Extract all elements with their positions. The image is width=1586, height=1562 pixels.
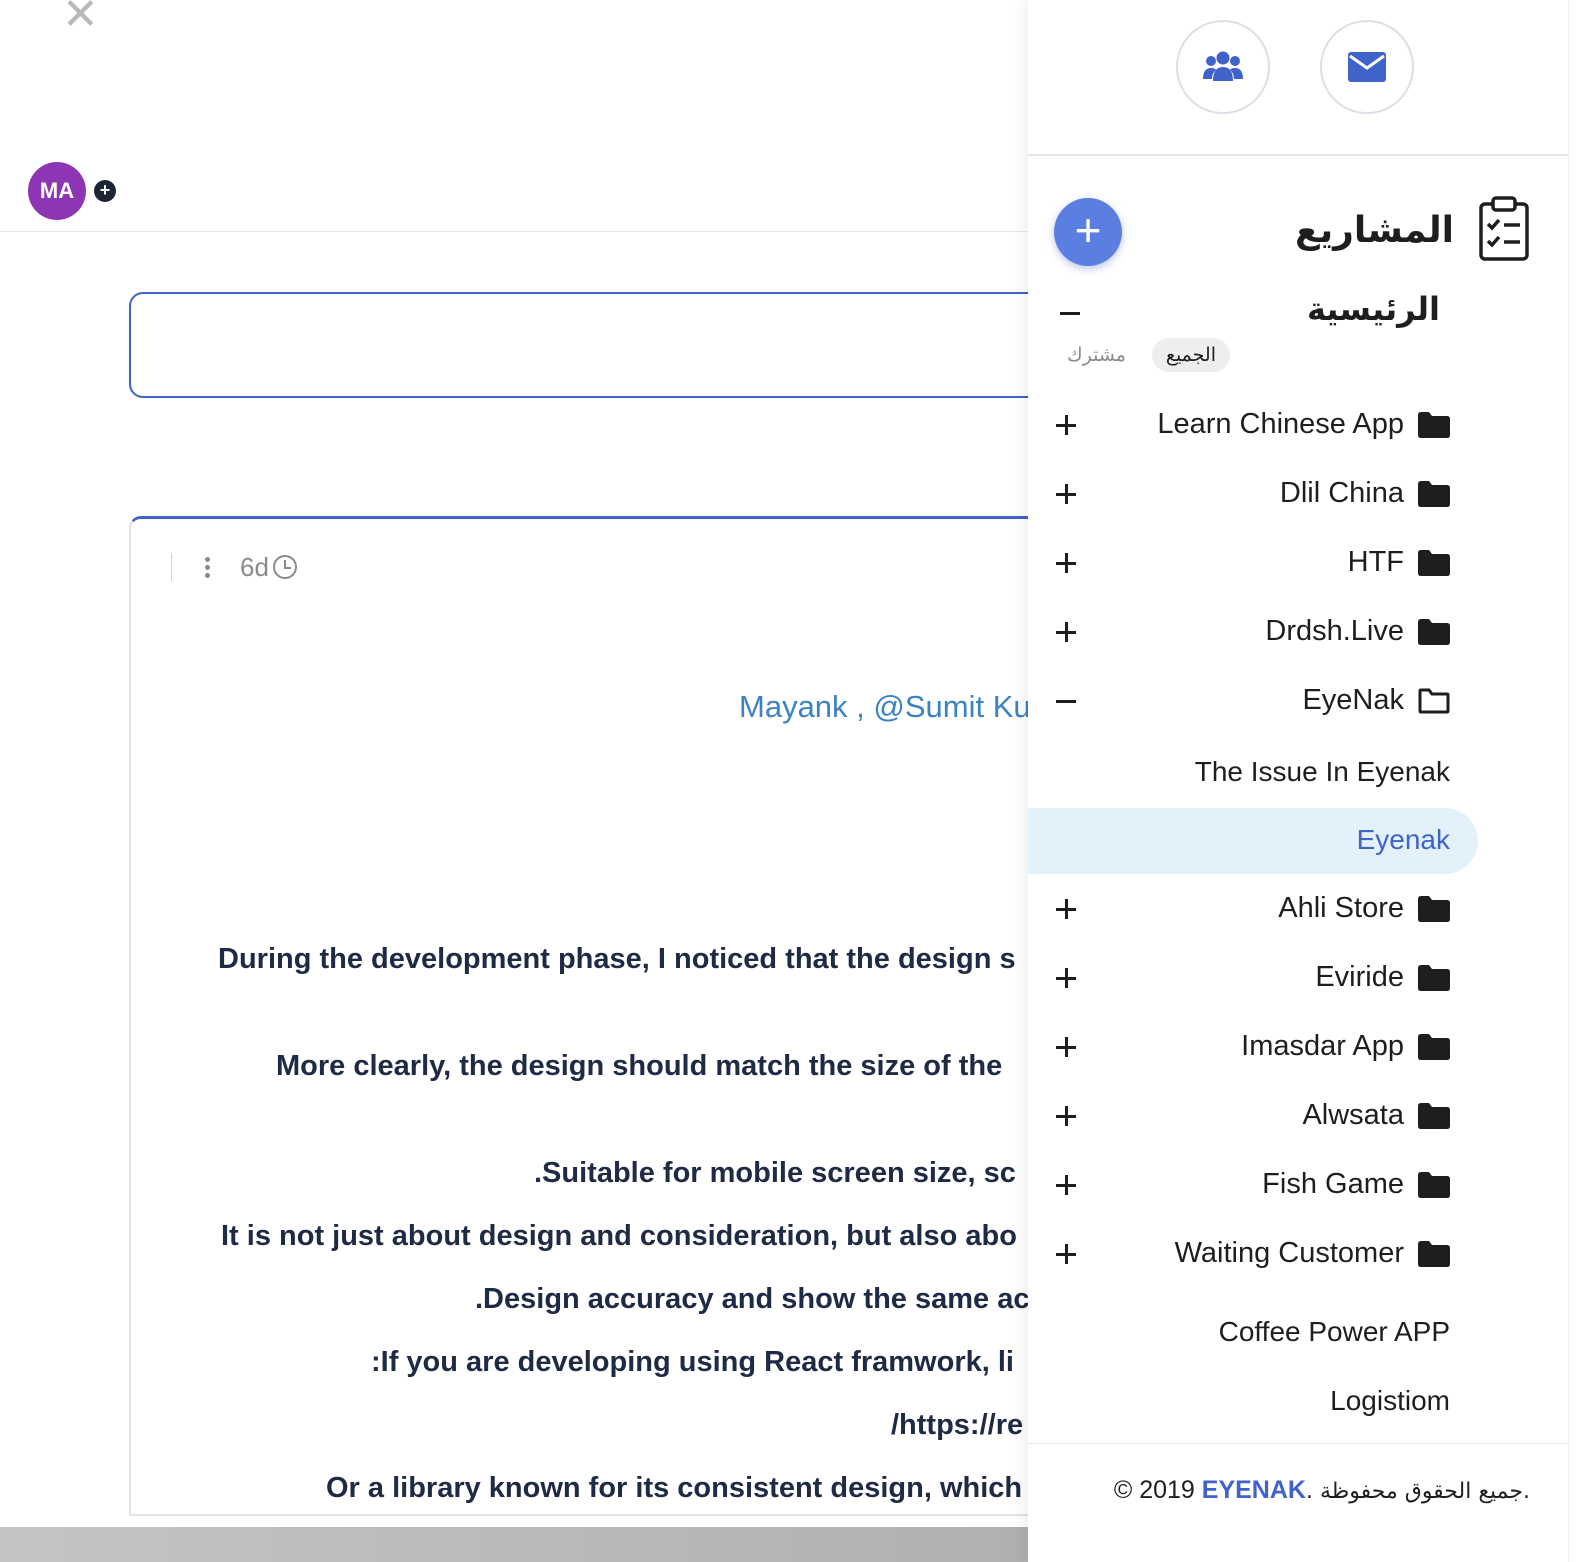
post-line: .Suitable for mobile screen size, sc xyxy=(534,1157,1016,1189)
project-item[interactable]: Waiting Customer xyxy=(1028,1233,1568,1289)
expand-icon[interactable] xyxy=(1056,898,1078,920)
post-card: 6d Mayank , @Sumit Kur During the develo… xyxy=(129,516,1129,1516)
footer: © 2019 EYENAK. جميع الحقوق محفوظة. xyxy=(1114,1476,1530,1505)
subproject-label: The Issue In Eyenak xyxy=(1194,756,1450,787)
post-line: :If you are developing using React framw… xyxy=(371,1346,1014,1378)
add-project-button[interactable]: + xyxy=(1054,198,1122,266)
project-label: Imasdar App xyxy=(1241,1030,1404,1062)
close-icon[interactable]: ✕ xyxy=(62,0,100,37)
project-label: Fish Game xyxy=(1262,1168,1404,1200)
subproject-label: Logistiom xyxy=(1330,1385,1450,1416)
messages-button[interactable] xyxy=(1320,20,1414,114)
add-member-icon[interactable]: + xyxy=(94,180,116,202)
expand-icon[interactable] xyxy=(1056,1036,1078,1058)
post-line[interactable]: /https://re xyxy=(891,1409,1023,1442)
post-mention[interactable]: Mayank , @Sumit Kur xyxy=(739,689,1041,725)
expand-icon[interactable] xyxy=(1056,1243,1078,1265)
users-icon xyxy=(1203,51,1243,81)
avatar[interactable]: MA xyxy=(28,162,86,220)
expand-icon[interactable] xyxy=(1056,621,1078,643)
expand-icon[interactable] xyxy=(1056,1105,1078,1127)
expand-icon[interactable] xyxy=(1056,483,1078,505)
project-item[interactable]: Drdsh.Live xyxy=(1028,611,1568,667)
project-item[interactable]: EyeNak xyxy=(1028,680,1568,736)
post-line: During the development phase, I noticed … xyxy=(218,943,1016,975)
subproject-item[interactable]: Coffee Power APP xyxy=(1028,1300,1478,1366)
post-line: .Design accuracy and show the same ac xyxy=(475,1283,1030,1315)
subproject-item[interactable]: Logistiom xyxy=(1028,1369,1478,1435)
folder-icon xyxy=(1418,481,1450,512)
clipboard-check-icon xyxy=(1478,196,1530,267)
divider xyxy=(1028,154,1568,156)
expand-icon[interactable] xyxy=(1056,1174,1078,1196)
divider xyxy=(0,231,1040,232)
project-label: HTF xyxy=(1347,546,1404,578)
project-item[interactable]: Imasdar App xyxy=(1028,1026,1568,1082)
subproject-item[interactable]: The Issue In Eyenak xyxy=(1028,740,1478,806)
folder-open-icon xyxy=(1418,688,1450,719)
folder-icon xyxy=(1418,1241,1450,1272)
folder-icon xyxy=(1418,1172,1450,1203)
project-item[interactable]: Dlil China xyxy=(1028,473,1568,529)
folder-icon xyxy=(1418,550,1450,581)
project-item[interactable]: Ahli Store xyxy=(1028,888,1568,944)
team-button[interactable] xyxy=(1176,20,1270,114)
project-item[interactable]: Alwsata xyxy=(1028,1095,1568,1151)
project-label: Learn Chinese App xyxy=(1157,408,1404,440)
expand-icon[interactable] xyxy=(1056,414,1078,436)
expand-icon[interactable] xyxy=(1056,552,1078,574)
folder-icon xyxy=(1418,896,1450,927)
footer-brand[interactable]: EYENAK xyxy=(1202,1476,1306,1504)
folder-icon xyxy=(1418,1034,1450,1065)
horizontal-scrollbar[interactable] xyxy=(0,1527,1040,1562)
subproject-label: Coffee Power APP xyxy=(1218,1316,1450,1347)
folder-icon xyxy=(1418,619,1450,650)
project-label: Waiting Customer xyxy=(1174,1237,1404,1269)
section-title: المشاريع xyxy=(1295,210,1454,251)
post-line: Or a library known for its consistent de… xyxy=(326,1472,1023,1504)
project-item[interactable]: Fish Game xyxy=(1028,1164,1568,1220)
subproject-label: Eyenak xyxy=(1356,824,1450,855)
collapse-icon[interactable] xyxy=(1060,312,1080,315)
project-label: Ahli Store xyxy=(1278,892,1404,924)
project-item[interactable]: HTF xyxy=(1028,542,1568,598)
project-label: Eviride xyxy=(1315,961,1404,993)
expand-icon[interactable] xyxy=(1056,967,1078,989)
post-line: It is not just about design and consider… xyxy=(221,1220,1017,1252)
folder-icon xyxy=(1418,1103,1450,1134)
post-time: 6d xyxy=(240,551,269,582)
project-label: Drdsh.Live xyxy=(1265,615,1404,647)
post-header: 6d xyxy=(171,551,297,582)
collapse-icon[interactable] xyxy=(1056,690,1078,712)
filter-shared[interactable]: مشترك xyxy=(1067,344,1126,366)
folder-icon xyxy=(1418,965,1450,996)
clock-icon xyxy=(272,555,297,579)
filter-all[interactable]: الجميع xyxy=(1151,338,1230,372)
projects-sidebar: + المشاريع الرئيسية الجميع مشترك Learn C… xyxy=(1028,0,1568,1562)
project-label: Alwsata xyxy=(1302,1099,1404,1131)
kebab-menu-icon[interactable] xyxy=(202,556,212,578)
project-item[interactable]: Eviride xyxy=(1028,957,1568,1013)
project-label: Dlil China xyxy=(1279,477,1404,509)
folder-icon xyxy=(1418,412,1450,443)
project-label: EyeNak xyxy=(1302,684,1404,716)
comment-input[interactable] xyxy=(129,292,1129,398)
footer-rights: . جميع الحقوق محفوظة. xyxy=(1305,1479,1530,1504)
project-item[interactable]: Learn Chinese App xyxy=(1028,404,1568,460)
divider xyxy=(171,553,172,581)
home-title[interactable]: الرئيسية xyxy=(1307,290,1440,328)
divider xyxy=(1028,1443,1568,1444)
mail-icon xyxy=(1348,52,1386,82)
subproject-item[interactable]: Eyenak xyxy=(1028,808,1478,874)
post-line: More clearly, the design should match th… xyxy=(276,1050,1003,1082)
footer-copyright: © 2019 xyxy=(1113,1476,1195,1504)
vertical-scrollbar[interactable] xyxy=(1568,0,1586,1562)
avatar-initials: MA xyxy=(39,178,75,203)
